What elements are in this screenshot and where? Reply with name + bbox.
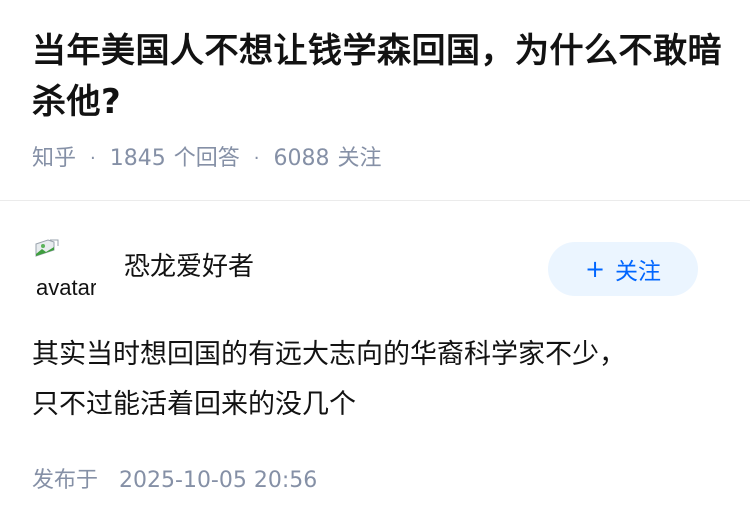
publish-info: 发布于 2025-10-05 20:56 [32,464,317,498]
plus-icon: + [584,255,606,283]
publish-time: 2025-10-05 20:56 [119,468,318,493]
answer-line: 只不过能活着回来的没几个 [32,389,356,420]
question-header: 当年美国人不想让钱学森回国，为什么不敢暗杀他? 知乎 · 1845 个回答 · … [32,26,722,174]
author-row: avatar 恐龙爱好者 + 关注 [32,236,698,300]
follow-button[interactable]: + 关注 [548,242,698,296]
answer-content[interactable]: 其实当时想回国的有远大志向的华裔科学家不少， 只不过能活着回来的没几个 [32,330,722,430]
answer-count: 1845 [109,146,166,171]
source-label[interactable]: 知乎 [32,144,76,174]
divider [0,200,750,201]
broken-image-icon [35,239,59,257]
follow-count-label: 关注 [337,146,382,171]
question-title[interactable]: 当年美国人不想让钱学森回国，为什么不敢暗杀他? [32,26,722,128]
publish-label: 发布于 [32,468,99,493]
separator-dot: · [90,148,96,169]
separator-dot: · [253,148,260,169]
question-meta: 知乎 · 1845 个回答 · 6088 关注 [32,144,722,174]
follow-button-label: 关注 [615,259,662,285]
avatar-alt-text: avatar [36,275,96,300]
answer-line: 其实当时想回国的有远大志向的华裔科学家不少， [32,339,626,370]
follow-count: 6088 [273,146,330,171]
avatar[interactable]: avatar [32,236,96,300]
answer-count-label: 个回答 [173,146,240,171]
author-name[interactable]: 恐龙爱好者 [124,250,254,284]
